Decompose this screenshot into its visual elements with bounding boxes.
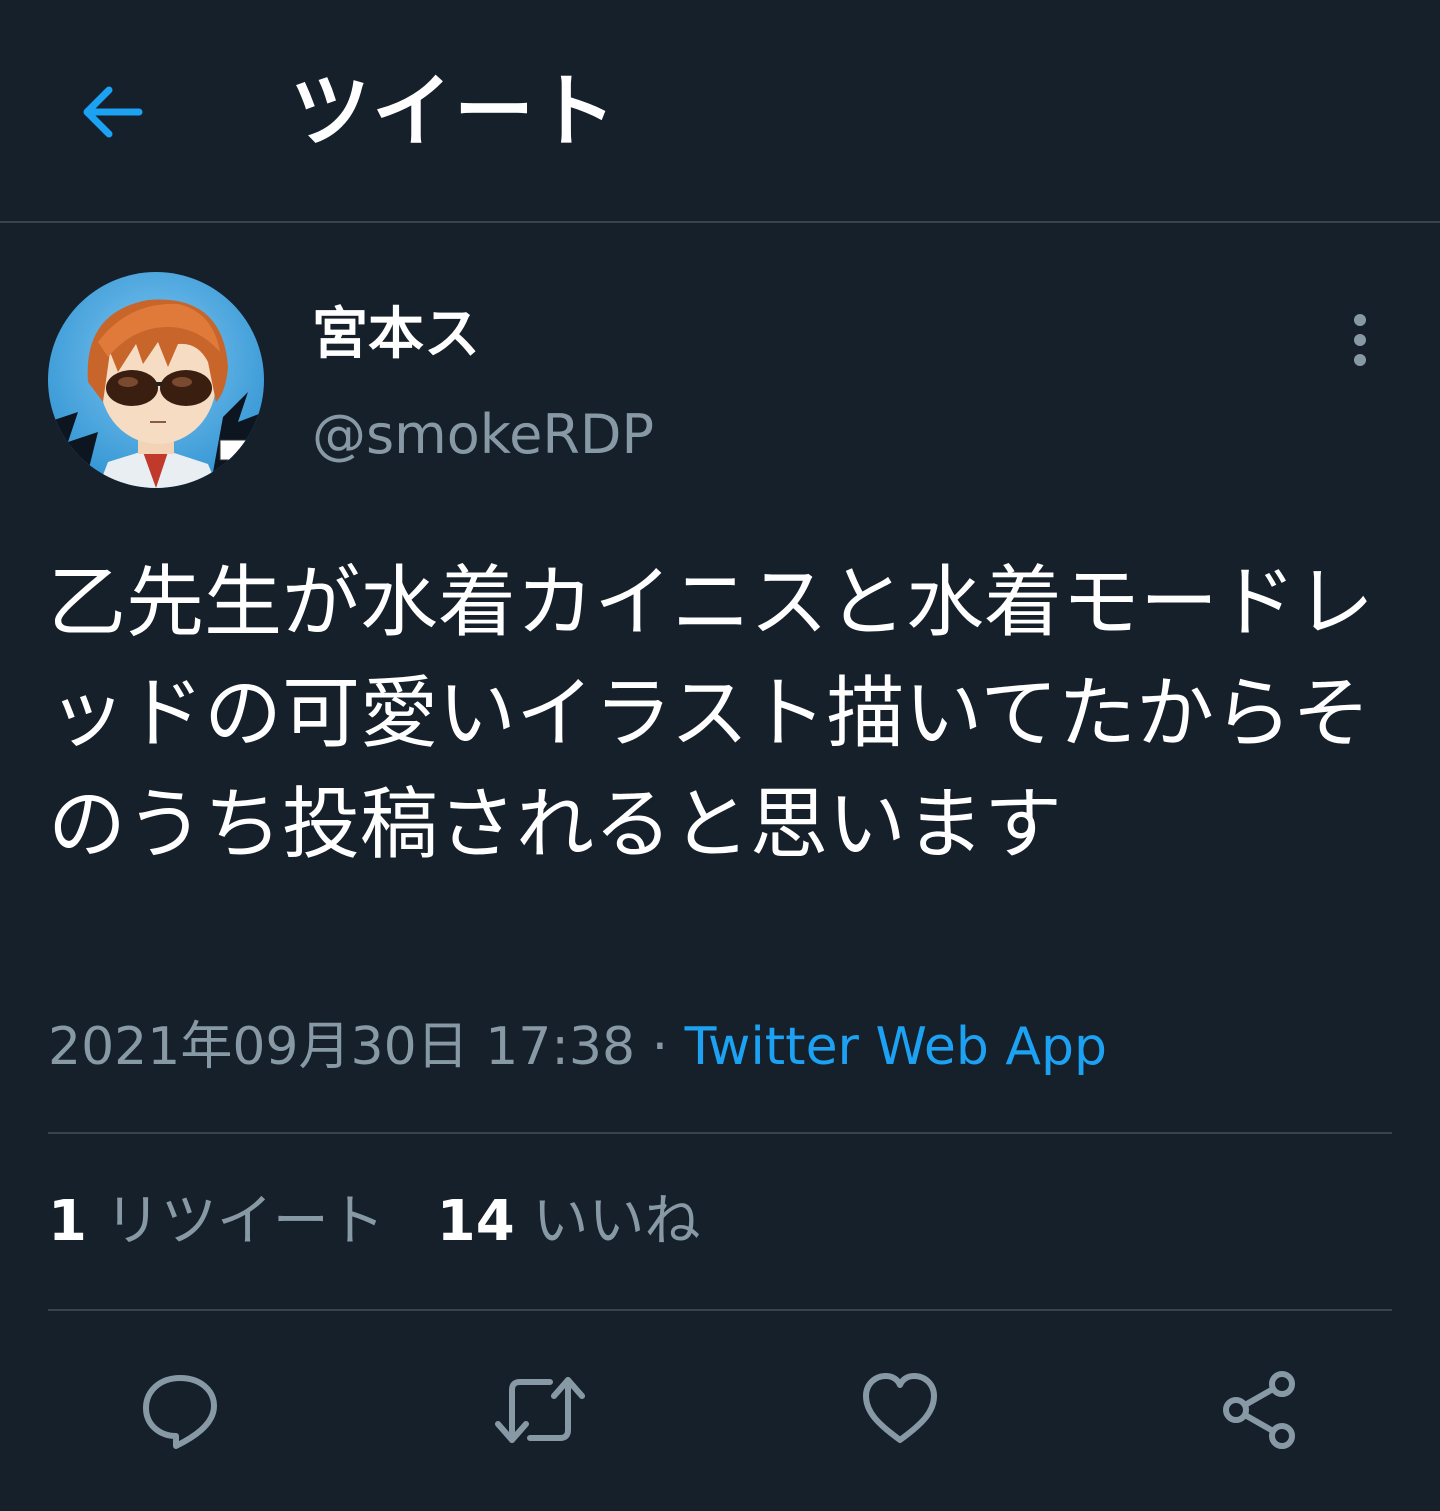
arrow-left-icon [83, 86, 143, 138]
header-bar: ツイート [0, 0, 1440, 223]
like-button[interactable] [850, 1360, 950, 1460]
retweet-icon [495, 1377, 585, 1443]
tweet-action-bar [0, 1360, 1440, 1460]
reply-icon [143, 1375, 217, 1449]
avatar[interactable] [48, 272, 264, 488]
retweet-label: リツイート [104, 1189, 385, 1254]
page-title: ツイート [290, 65, 618, 158]
like-count-stat[interactable]: 14 いいね [437, 1186, 701, 1258]
reply-button[interactable] [130, 1360, 230, 1460]
like-count: 14 [436, 1189, 515, 1254]
author-display-name[interactable]: 宮本ス [312, 300, 480, 370]
share-button[interactable] [1210, 1360, 1310, 1460]
more-options-button[interactable] [1330, 300, 1390, 380]
divider [48, 1132, 1392, 1134]
tweet-text: 乙先生が水着カイニスと水着モードレッドの可愛いイラスト描いてたからそのうち投稿さ… [48, 558, 1375, 870]
author-handle[interactable]: @smokeRDP [312, 402, 654, 468]
tweet-source-link[interactable]: Twitter Web App [685, 1017, 1107, 1077]
retweet-count: 1 [48, 1189, 87, 1254]
tweet-meta: 2021年09月30日 17:38 · Twitter Web App [48, 1012, 1107, 1082]
more-vertical-icon [1354, 314, 1366, 366]
back-button[interactable] [72, 72, 152, 152]
avatar-image [48, 272, 264, 488]
share-icon [1223, 1371, 1295, 1449]
divider [48, 1309, 1392, 1311]
like-label: いいね [532, 1189, 701, 1254]
retweet-button[interactable] [490, 1360, 590, 1460]
tweet-timestamp[interactable]: 2021年09月30日 17:38 [48, 1017, 635, 1077]
retweet-count-stat[interactable]: 1 リツイート [48, 1186, 385, 1258]
tweet-stats: 1 リツイート 14 いいね [48, 1186, 701, 1258]
meta-separator: · [635, 1017, 685, 1077]
heart-icon [863, 1373, 937, 1443]
